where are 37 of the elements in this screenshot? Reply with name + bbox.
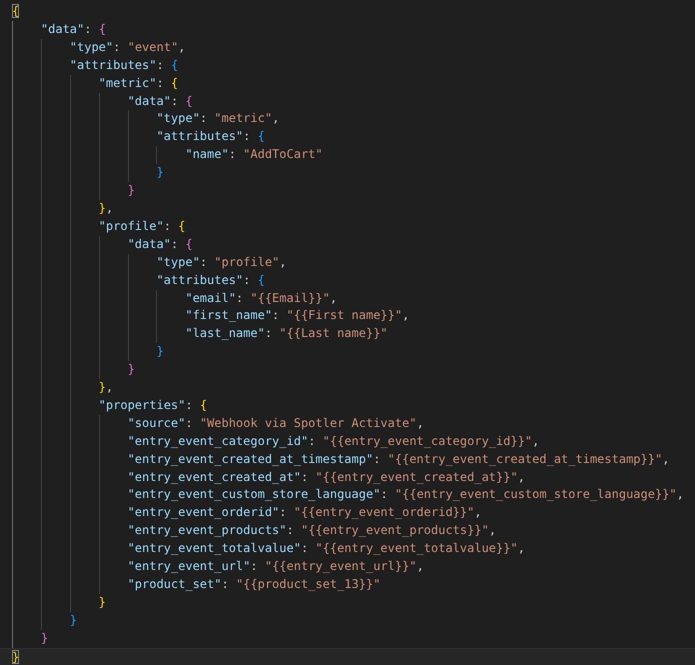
- code-line: "type": "profile",: [156, 254, 287, 271]
- code-line: },: [98, 379, 114, 396]
- code-line: "profile": {: [98, 218, 186, 235]
- code-line: }: [70, 612, 78, 629]
- code-line: "last_name": "{{Last name}}": [185, 325, 388, 342]
- code-line: "entry_event_custom_store_language": "{{entry_event_custom_store_language}}",: [128, 486, 684, 504]
- code-line: "product_set": "{{product_set_13}}": [128, 576, 380, 593]
- code-line: "entry_event_category_id": "{{entry_event_category_id}}",: [128, 432, 540, 450]
- code-line: }: [128, 361, 135, 378]
- code-line: }: [98, 594, 106, 611]
- code-line: "data": {: [128, 236, 193, 253]
- code-line: }: [40, 630, 48, 647]
- code-line: "properties": {: [98, 396, 208, 414]
- code-line: "data": {: [128, 92, 193, 110]
- code-line: "entry_event_totalvalue": "{{entry_event_totalvalue}}",: [128, 540, 525, 558]
- code-line: "email": "{{Email}}",: [185, 290, 338, 306]
- code-line: "metric": {: [98, 74, 178, 92]
- code-line: "type": "event",: [70, 38, 186, 56]
- code-line: }: [156, 164, 164, 182]
- code-line: "data": {: [40, 20, 106, 38]
- code-line: "entry_event_url": "{{entry_event_url}}",: [128, 558, 424, 576]
- code-line: "entry_event_created_at": "{{entry_event_created_at}}",: [128, 468, 525, 486]
- code-line: }: [156, 343, 164, 360]
- code-line: }: [12, 648, 20, 665]
- code-line: "first_name": "{{First name}}",: [185, 307, 410, 324]
- code-line: "name": "AddToCart": [185, 146, 323, 164]
- code-line: "attributes": {: [156, 272, 265, 289]
- code-line: "type": "metric",: [156, 110, 280, 128]
- code-line: {: [12, 3, 20, 20]
- code-line: "source": "Webhook via Spotler Activate",: [128, 414, 424, 432]
- code-line: }: [128, 182, 135, 200]
- code-line: "attributes": {: [156, 128, 265, 146]
- code-line: "entry_event_orderid": "{{entry_event_orderid}}",: [128, 504, 482, 522]
- code-line: "entry_event_products": "{{entry_event_products}}",: [128, 522, 496, 540]
- code-line: "attributes": {: [70, 56, 178, 74]
- code-line: "entry_event_created_at_timestamp": "{{entry_event_created_at_timestamp}}",: [128, 450, 670, 468]
- code-line: },: [98, 200, 114, 217]
